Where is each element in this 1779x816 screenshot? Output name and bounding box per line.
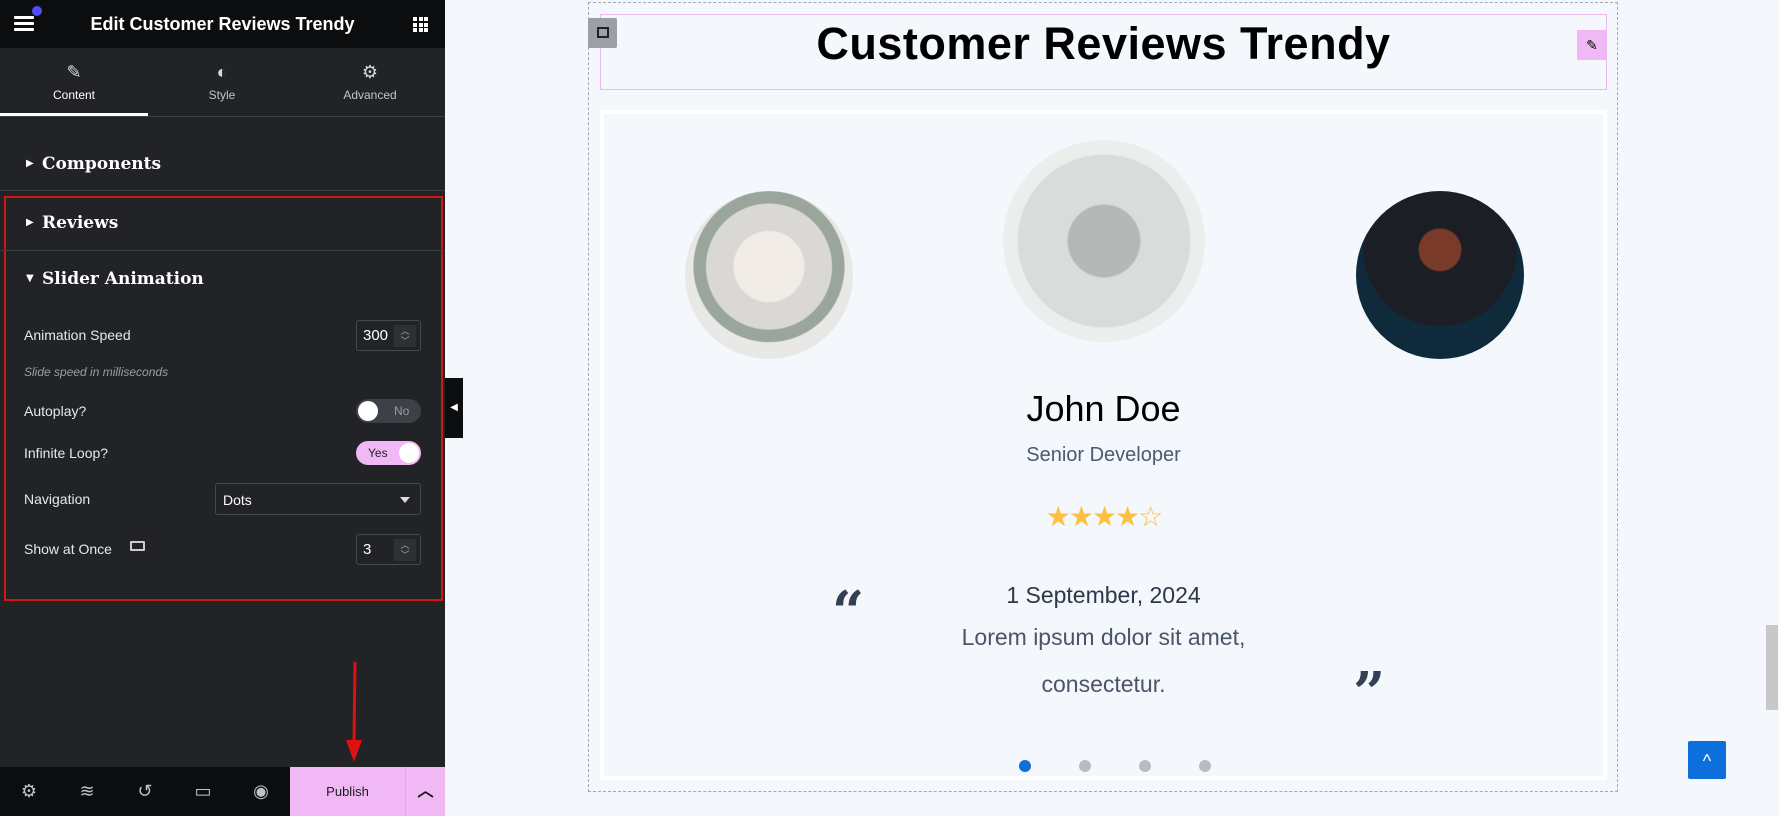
tab-label: Content xyxy=(52,88,96,102)
section-label: Reviews xyxy=(42,213,119,233)
tab-label: Advanced xyxy=(343,88,397,102)
animation-speed-label: Animation Speed xyxy=(24,327,131,343)
toggle-label: No xyxy=(394,404,410,418)
caret-right-icon: ▶ xyxy=(26,217,34,228)
collapse-panel-button[interactable]: ◀ xyxy=(445,378,463,438)
animation-speed-input[interactable]: 300 ︿ ﹀ xyxy=(356,320,421,351)
navigation-select[interactable]: Dots xyxy=(215,483,421,515)
autoplay-toggle[interactable]: No xyxy=(356,399,421,423)
widgets-grid-icon[interactable] xyxy=(413,17,428,32)
star-filled-icon: ★ xyxy=(1091,501,1117,532)
editor-panel: Edit Customer Reviews Trendy ✎ Content ◐ S… xyxy=(0,0,445,816)
section-components[interactable]: ▶ Components xyxy=(0,137,445,191)
toggle-knob xyxy=(399,443,419,463)
section-slider-animation[interactable]: ▼ Slider Animation xyxy=(0,252,445,306)
section-label: Slider Animation xyxy=(42,269,204,289)
editor-header: Edit Customer Reviews Trendy xyxy=(0,0,445,48)
autoplay-label: Autoplay? xyxy=(24,403,87,419)
star-filled-icon: ★ xyxy=(1068,501,1094,532)
star-rating: ★★★★☆ xyxy=(600,500,1607,533)
avatar-left[interactable] xyxy=(685,191,853,359)
chevron-down-icon xyxy=(400,497,410,503)
layers-icon[interactable]: ≋ xyxy=(75,781,99,803)
editor-title: Edit Customer Reviews Trendy xyxy=(90,14,355,34)
edit-pencil-icon[interactable]: ✎ xyxy=(1577,30,1607,60)
responsive-icon[interactable]: ▭ xyxy=(191,781,215,803)
animation-speed-help: Slide speed in milliseconds xyxy=(24,365,169,379)
review-text-line1: Lorem ipsum dolor sit amet, xyxy=(961,624,1246,650)
settings-gear-icon[interactable]: ⚙ xyxy=(17,781,41,803)
back-to-top-button[interactable]: ^ xyxy=(1688,741,1726,779)
page-heading: Customer Reviews Trendy xyxy=(816,18,1391,69)
tab-style[interactable]: ◐ Style xyxy=(148,48,296,116)
caret-down-icon: ▼ xyxy=(26,273,34,284)
reviewer-role: Senior Developer xyxy=(1026,444,1181,466)
tab-advanced[interactable]: ⚙ Advanced xyxy=(296,48,444,116)
input-value: 3 xyxy=(363,541,372,558)
star-filled-icon: ★ xyxy=(1045,501,1071,532)
star-filled-icon: ★ xyxy=(1115,501,1140,532)
avatar-center[interactable] xyxy=(1003,140,1205,342)
reviewer-name: John Doe xyxy=(1026,388,1181,429)
editor-footer: ⚙ ≋ ↺ ▭ ◉ Publish ︿ xyxy=(0,767,445,816)
gear-icon: ⚙ xyxy=(361,62,379,82)
publish-options-chevron-up-icon[interactable]: ︿ xyxy=(405,767,445,816)
show-at-once-label: Show at Once xyxy=(24,541,112,557)
desktop-icon[interactable] xyxy=(130,541,145,551)
caret-right-icon: ▶ xyxy=(26,158,34,169)
tab-content[interactable]: ✎ Content xyxy=(0,48,148,116)
divider xyxy=(0,116,445,117)
publish-button[interactable]: Publish xyxy=(290,767,405,816)
eye-preview-icon[interactable]: ◉ xyxy=(249,781,273,803)
tab-label: Style xyxy=(208,88,236,102)
scrollbar-thumb[interactable] xyxy=(1766,625,1778,710)
toggle-label: Yes xyxy=(368,446,388,460)
toggle-knob xyxy=(358,401,378,421)
slider-dot-3[interactable] xyxy=(1139,760,1151,772)
half-circle-icon: ◐ xyxy=(216,62,228,82)
section-label: Components xyxy=(42,154,162,174)
slider-dot-4[interactable] xyxy=(1199,760,1211,772)
pencil-icon: ✎ xyxy=(66,62,82,82)
infinite-loop-label: Infinite Loop? xyxy=(24,445,109,461)
show-at-once-input[interactable]: 3 ︿ ﹀ xyxy=(356,534,421,565)
close-quote-icon: ” xyxy=(1353,660,1386,726)
review-date: 1 September, 2024 xyxy=(1006,582,1201,608)
infinite-loop-toggle[interactable]: Yes xyxy=(356,441,421,465)
red-arrow-annotation xyxy=(346,662,362,762)
input-value: 300 xyxy=(363,327,389,344)
navigation-label: Navigation xyxy=(24,491,91,507)
section-reviews[interactable]: ▶ Reviews xyxy=(0,196,445,251)
stepper-icon[interactable]: ︿ ﹀ xyxy=(394,325,416,347)
stepper-icon[interactable]: ︿ ﹀ xyxy=(394,539,416,561)
select-value: Dots xyxy=(223,492,252,508)
slider-dot-2[interactable] xyxy=(1079,760,1091,772)
column-handle-icon[interactable] xyxy=(588,18,617,48)
slider-dot-1[interactable] xyxy=(1019,760,1031,772)
star-empty-icon: ☆ xyxy=(1138,501,1163,532)
review-text-line2: consectetur. xyxy=(1041,671,1166,697)
avatar-right[interactable] xyxy=(1356,191,1524,359)
history-icon[interactable]: ↺ xyxy=(133,781,157,803)
